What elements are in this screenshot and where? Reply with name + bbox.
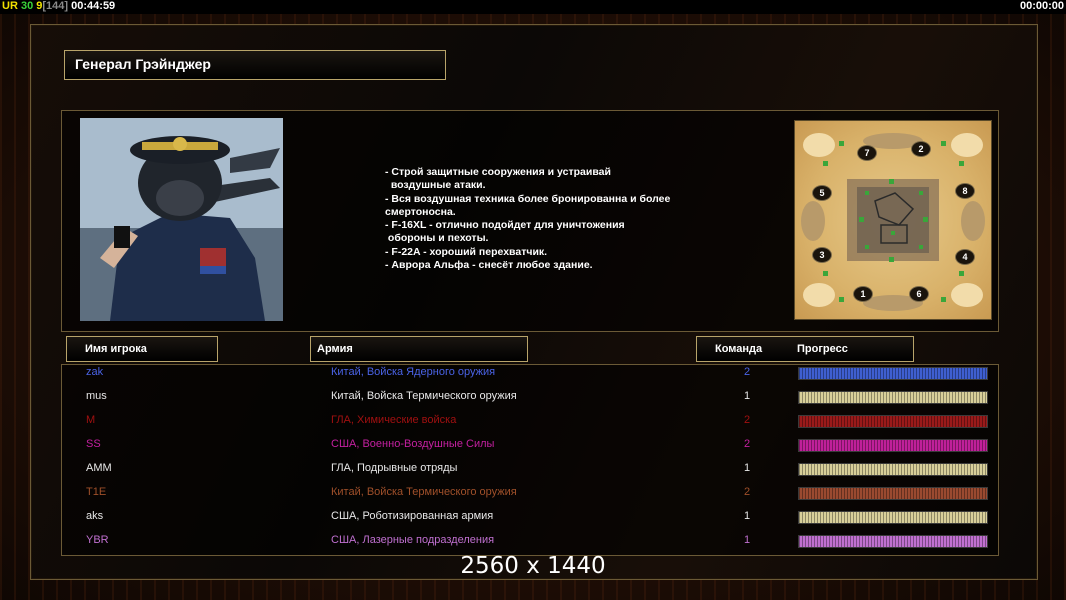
player-name: SS xyxy=(86,438,101,450)
player-army: Китай, Войска Ядерного оружия xyxy=(331,366,496,378)
hud-timer-right: 00:00:00 xyxy=(1019,0,1064,12)
minimap[interactable]: 7 2 5 8 3 4 1 6 xyxy=(794,120,992,320)
progress-bar xyxy=(798,511,988,524)
player-name: mus xyxy=(86,390,107,402)
header-army: Армия xyxy=(310,336,528,362)
spawn-marker: 4 xyxy=(955,249,975,265)
player-army: ГЛА, Подрывные отряды xyxy=(331,462,458,474)
general-portrait-image xyxy=(80,118,283,321)
minimap-terrain xyxy=(801,133,985,311)
general-description: - Строй защитные сооружения и устраивай … xyxy=(385,166,671,272)
spawn-marker: 8 xyxy=(955,183,975,199)
hud-stats: UR 30 9[144] 00:44:59 xyxy=(2,0,115,13)
player-team: 2 xyxy=(743,366,751,378)
progress-bar xyxy=(798,367,988,380)
header-team: Команда xyxy=(715,343,763,355)
hud-level: 30 xyxy=(20,0,34,12)
general-title: Генерал Грэйнджер xyxy=(64,50,446,80)
player-name: M xyxy=(86,414,96,426)
resolution-label: 2560 x 1440 xyxy=(460,553,606,579)
player-army: ГЛА, Химические войска xyxy=(331,414,457,426)
player-army: США, Лазерные подразделения xyxy=(331,534,495,546)
player-army: Китай, Войска Термического оружия xyxy=(331,390,517,402)
hud-bracket: [144] xyxy=(42,0,69,12)
player-name: YBR xyxy=(86,534,109,546)
player-army: США, Военно-Воздушные Силы xyxy=(331,438,495,450)
player-team: 1 xyxy=(743,534,751,546)
spawn-marker: 5 xyxy=(812,185,832,201)
progress-bar xyxy=(798,463,988,476)
player-name: zak xyxy=(86,366,104,378)
spawn-marker: 7 xyxy=(857,145,877,161)
progress-bar xyxy=(798,415,988,428)
player-team: 2 xyxy=(743,414,751,426)
general-portrait xyxy=(80,118,283,321)
hud-ur-label: UR xyxy=(2,0,18,12)
header-player-name: Имя игрока xyxy=(66,336,218,362)
table-row[interactable]: M ГЛА, Химические войска 2 xyxy=(0,409,1066,433)
player-army: Китай, Войска Термического оружия xyxy=(331,486,517,498)
header-team-progress: Команда Прогресс xyxy=(696,336,914,362)
progress-bar xyxy=(798,391,988,404)
header-progress: Прогресс xyxy=(797,343,848,355)
spawn-marker: 2 xyxy=(911,141,931,157)
progress-bar xyxy=(798,535,988,548)
player-team: 2 xyxy=(743,486,751,498)
top-hud-bar: UR 30 9[144] 00:44:59 00:00:00 xyxy=(0,0,1066,14)
table-row[interactable]: zak Китай, Войска Ядерного оружия 2 xyxy=(0,361,1066,385)
player-team: 1 xyxy=(743,390,751,402)
table-row[interactable]: mus Китай, Войска Термического оружия 1 xyxy=(0,385,1066,409)
player-name: AMM xyxy=(86,462,112,474)
table-row[interactable]: AMM ГЛА, Подрывные отряды 1 xyxy=(0,457,1066,481)
player-name: aks xyxy=(86,510,104,522)
player-team: 1 xyxy=(743,510,751,522)
player-team: 2 xyxy=(743,438,751,450)
hud-timer-left: 00:44:59 xyxy=(71,0,116,12)
table-row[interactable]: aks США, Роботизированная армия 1 xyxy=(0,505,1066,529)
player-name: T1E xyxy=(86,486,107,498)
spawn-marker: 1 xyxy=(853,286,873,302)
table-row[interactable]: SS США, Военно-Воздушные Силы 2 xyxy=(0,433,1066,457)
table-row[interactable]: YBR США, Лазерные подразделения 1 xyxy=(0,529,1066,553)
player-army: США, Роботизированная армия xyxy=(331,510,494,522)
player-team: 1 xyxy=(743,462,751,474)
spawn-marker: 3 xyxy=(812,247,832,263)
progress-bar xyxy=(798,487,988,500)
table-row[interactable]: T1E Китай, Войска Термического оружия 2 xyxy=(0,481,1066,505)
progress-bar xyxy=(798,439,988,452)
spawn-marker: 6 xyxy=(909,286,929,302)
